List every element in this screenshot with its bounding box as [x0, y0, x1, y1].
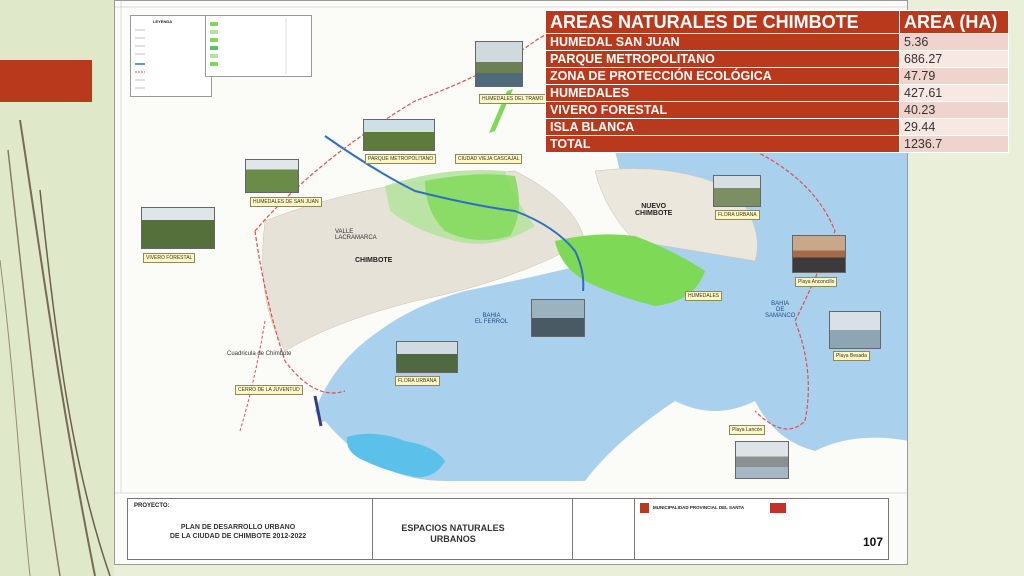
sheet-number: 107 [863, 535, 884, 549]
callout-playa-lancon: Playa Lancón [729, 425, 766, 435]
photo-playa-besada [829, 311, 881, 349]
table-row: HUMEDAL SAN JUAN 5.36 [545, 33, 1009, 51]
areas-naturales-table: AREAS NATURALES DE CHIMBOTE AREA (HA) HU… [545, 10, 1009, 153]
table-row: VIVERO FORESTAL 40.23 [545, 101, 1009, 119]
photo-flora-urbana [396, 341, 458, 373]
table-row: ISLA BLANCA 29.44 [545, 118, 1009, 136]
title-block-seal-cell [573, 499, 635, 559]
table-row: HUMEDALES 427.61 [545, 84, 1009, 102]
legend-symbols [135, 29, 145, 89]
photo-bahia-el-ferrol [531, 299, 585, 337]
callout-playa-anconcillo: Playa Anconcillo [795, 277, 838, 287]
photo-playa-anconcillo [792, 235, 846, 273]
table-cell-name: PARQUE METROPOLITANO [545, 50, 900, 68]
photo-parque-metropolitano [363, 119, 435, 151]
municipal-logo-icon [640, 503, 649, 513]
label-valle-lacramarca: VALLE LACRAMARCA [335, 229, 377, 241]
callout-humedales-san-juan: HUMEDALES DE SAN JUAN [250, 197, 322, 207]
peru-logo-icon [770, 503, 786, 513]
red-accent-bar [0, 60, 92, 102]
callout-flora-urbana-top: FLORA URBANA [715, 210, 760, 220]
legend-area-swatches [210, 18, 287, 74]
table-row-total: TOTAL 1236.7 [545, 135, 1009, 153]
table-cell-name: ISLA BLANCA [545, 118, 900, 136]
callout-flora-urbana: FLORA URBANA [395, 376, 440, 386]
callout-parque-metropolitano: PARQUE METROPOLITANO [365, 154, 437, 164]
photo-playa-lancon [735, 441, 789, 479]
label-cuadricula: Cuadricula de Chimbote [227, 351, 292, 357]
table-cell-area: 5.36 [899, 33, 1009, 51]
map-title-block: PROYECTO: PLAN DE DESARROLLO URBANO DE L… [127, 498, 889, 560]
table-cell-area: 686.27 [899, 50, 1009, 68]
table-cell-name: HUMEDAL SAN JUAN [545, 33, 900, 51]
table-cell-total-label: TOTAL [545, 135, 900, 153]
label-chimbote: CHIMBOTE [355, 257, 393, 264]
callout-ciudad-vieja: CIUDAD VIEJA CASCAJAL [455, 154, 523, 164]
table-row: ZONA DE PROTECCIÓN ECOLÓGICA 47.79 [545, 67, 1009, 85]
table-cell-area: 40.23 [899, 101, 1009, 119]
callout-playa-besada: Playa Besada [833, 351, 870, 361]
label-nuevo-chimbote: NUEVO CHIMBOTE [635, 203, 673, 217]
title-block-proyecto-label: PROYECTO: [134, 503, 170, 509]
legend-title: LEYENDA [153, 19, 173, 24]
photo-humedales-tramo [475, 41, 523, 87]
table-cell-area: 47.79 [899, 67, 1009, 85]
title-block-municipalidad: MUNICIPALIDAD PROVINCIAL DEL SANTA [653, 505, 745, 510]
callout-cerro-juventud: CERRO DE LA JUVENTUD [235, 385, 303, 395]
callout-humedales: HUMEDALES [685, 291, 723, 301]
table-cell-name: HUMEDALES [545, 84, 900, 102]
table-row: PARQUE METROPOLITANO 686.27 [545, 50, 1009, 68]
label-bahia-el-ferrol: BAHIA EL FERROL [475, 313, 509, 325]
callout-vivero-forestal: VIVERO FORESTAL [143, 253, 196, 263]
label-bahia-samanco: BAHIA DE SAMANCO [765, 301, 796, 319]
table-cell-area: 29.44 [899, 118, 1009, 136]
map-legend: LEYENDA [130, 15, 212, 97]
table-cell-name: VIVERO FORESTAL [545, 101, 900, 119]
title-block-espacios: ESPACIOS NATURALES URBANOS [401, 523, 505, 544]
table-cell-area: 427.61 [899, 84, 1009, 102]
title-block-plan: PLAN DE DESARROLLO URBANO DE LA CIUDAD D… [169, 524, 307, 540]
legend-areas [205, 15, 312, 77]
table-header-row: AREAS NATURALES DE CHIMBOTE AREA (HA) [545, 10, 1009, 34]
photo-flora-urbana-top [713, 175, 761, 207]
table-header-area: AREA (HA) [899, 10, 1009, 34]
callout-humedales-tramo: HUMEDALES DEL TRAMO [479, 94, 547, 104]
table-cell-total-value: 1236.7 [899, 135, 1009, 153]
photo-vivero-forestal [141, 207, 215, 249]
table-header-name: AREAS NATURALES DE CHIMBOTE [545, 10, 900, 34]
table-cell-name: ZONA DE PROTECCIÓN ECOLÓGICA [545, 67, 900, 85]
photo-humedales-san-juan [245, 159, 299, 193]
